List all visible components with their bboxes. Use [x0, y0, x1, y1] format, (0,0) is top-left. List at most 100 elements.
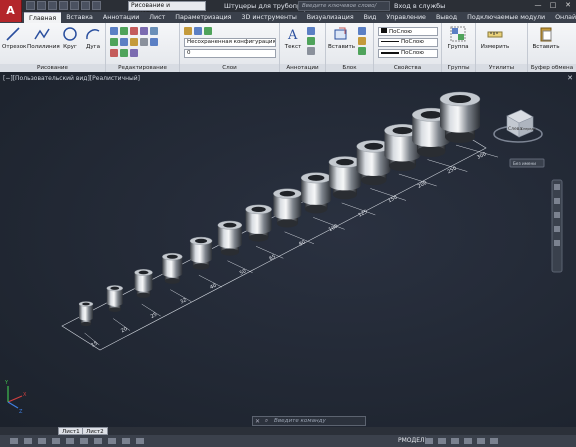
snap-icon[interactable] [10, 438, 18, 444]
fitting-50[interactable] [217, 220, 243, 256]
attribute-icon[interactable] [358, 47, 366, 55]
layer-state-dropdown[interactable]: Несохраненная конфигурация сло [184, 38, 276, 47]
fitting-15[interactable] [78, 301, 94, 327]
tab-output[interactable]: Вывод [431, 12, 462, 23]
panel-modify-title[interactable]: Редактирование [106, 64, 179, 72]
viewcube[interactable]: Слева Спереди [493, 109, 543, 143]
panel-clipboard-title[interactable]: Буфер обмена [528, 64, 576, 72]
pan-icon[interactable] [554, 198, 560, 204]
group-button[interactable]: Группа [444, 26, 472, 50]
text-button[interactable]: A Текст [282, 26, 304, 50]
paste-button[interactable]: Вставить [532, 26, 560, 50]
command-line[interactable]: ✕ ⌕ Введите команду [252, 416, 366, 426]
panel-groups-title[interactable]: Группы [442, 64, 475, 72]
tab-manage[interactable]: Управление [381, 12, 431, 23]
move-icon[interactable] [110, 27, 118, 35]
minimize-icon[interactable]: — [532, 1, 544, 10]
fitting-100[interactable] [300, 172, 332, 214]
insert-block-button[interactable]: Вставить [328, 26, 355, 50]
offset-icon[interactable] [120, 49, 128, 57]
workspace-dropdown[interactable]: Рисование и аннотации [128, 1, 206, 17]
copy-icon[interactable] [110, 38, 118, 46]
layer-isolate-icon[interactable] [204, 27, 212, 35]
fillet-icon[interactable] [130, 38, 138, 46]
panel-layers-title[interactable]: Слои [180, 64, 279, 72]
annotation-scale-icon[interactable] [425, 438, 433, 444]
fitting-125[interactable] [328, 156, 362, 200]
array-icon[interactable] [150, 38, 158, 46]
command-input[interactable]: Введите команду [271, 418, 326, 424]
scale-icon[interactable] [150, 27, 158, 35]
panel-block-title[interactable]: Блок [326, 64, 373, 72]
maximize-icon[interactable]: □ [547, 1, 559, 10]
saveas-icon[interactable] [59, 1, 68, 10]
lineweight-icon[interactable] [122, 438, 130, 444]
tab-layout[interactable]: Лист [144, 12, 170, 23]
table-icon[interactable] [307, 47, 315, 55]
ortho-icon[interactable] [38, 438, 46, 444]
layer-match-icon[interactable] [194, 27, 202, 35]
linetype-dropdown[interactable]: ПоСлою [378, 38, 438, 47]
showmotion-icon[interactable] [554, 240, 560, 246]
command-close-icon[interactable]: ✕ [253, 418, 262, 425]
current-layer-dropdown[interactable]: 0 [184, 49, 276, 58]
panel-properties-title[interactable]: Свойства [374, 64, 441, 72]
tab-home[interactable]: Главная [24, 12, 62, 23]
join-icon[interactable] [130, 49, 138, 57]
edit-block-icon[interactable] [358, 37, 366, 45]
arc-button[interactable]: Дуга [82, 26, 104, 50]
trim-icon[interactable] [130, 27, 138, 35]
open-icon[interactable] [37, 1, 46, 10]
panel-utilities-title[interactable]: Утилиты [476, 64, 527, 72]
zoom-icon[interactable] [554, 212, 560, 218]
isolate-icon[interactable] [464, 438, 472, 444]
layer-properties-icon[interactable] [184, 27, 192, 35]
line-button[interactable]: Отрезок [2, 26, 26, 50]
rotate-icon[interactable] [120, 27, 128, 35]
tab-insert[interactable]: Вставка [61, 12, 98, 23]
command-search-icon[interactable]: ⌕ [262, 417, 271, 425]
model-viewport[interactable]: [−][Пользовательский вид][Реалистичный] … [0, 72, 576, 427]
tab-layout-1[interactable]: Лист1 [58, 427, 84, 435]
otrack-icon[interactable] [80, 438, 88, 444]
transparency-icon[interactable] [136, 438, 144, 444]
grid-icon[interactable] [24, 438, 32, 444]
application-menu-button[interactable]: A [0, 0, 22, 22]
fitting-20[interactable] [106, 285, 123, 313]
panel-annotation-title[interactable]: Аннотации [280, 64, 325, 72]
tab-3d-tools[interactable]: 3D инструменты [236, 12, 301, 23]
search-input[interactable]: Введите ключевое слово/фразу [298, 1, 390, 17]
save-icon[interactable] [48, 1, 57, 10]
hardware-icon[interactable] [477, 438, 485, 444]
panel-draw-title[interactable]: Рисование [0, 64, 105, 72]
steering-wheel-icon[interactable] [554, 184, 560, 190]
signin-button[interactable]: Вход в службы [394, 0, 445, 12]
ducs-icon[interactable] [94, 438, 102, 444]
tab-online[interactable]: Онлайн [550, 12, 576, 23]
polar-icon[interactable] [52, 438, 60, 444]
clean-screen-icon[interactable] [490, 438, 498, 444]
color-dropdown[interactable]: ПоСлою [378, 27, 438, 36]
tab-parametric[interactable]: Параметризация [170, 12, 236, 23]
explode-icon[interactable] [140, 38, 148, 46]
print-icon[interactable] [70, 1, 79, 10]
workspace-switch-icon[interactable] [438, 438, 446, 444]
viewcube-menu[interactable]: Без имени [509, 158, 545, 168]
close-icon[interactable]: ✕ [562, 1, 574, 10]
new-icon[interactable] [26, 1, 35, 10]
dyn-icon[interactable] [108, 438, 116, 444]
mirror-icon[interactable] [120, 38, 128, 46]
fitting-80[interactable] [273, 188, 302, 228]
create-block-icon[interactable] [358, 27, 366, 35]
erase-icon[interactable] [140, 27, 148, 35]
leader-icon[interactable] [307, 37, 315, 45]
tab-view[interactable]: Вид [359, 12, 382, 23]
tab-plugins[interactable]: Подключаемые модули [462, 12, 550, 23]
measure-button[interactable]: Измерить [480, 26, 510, 50]
tab-annotate[interactable]: Аннотации [98, 12, 144, 23]
polyline-button[interactable]: Полилиния [27, 26, 60, 50]
redo-icon[interactable] [92, 1, 101, 10]
lock-icon[interactable] [451, 438, 459, 444]
lineweight-dropdown[interactable]: ПоСлою [378, 49, 438, 58]
fitting-65[interactable] [245, 204, 272, 242]
